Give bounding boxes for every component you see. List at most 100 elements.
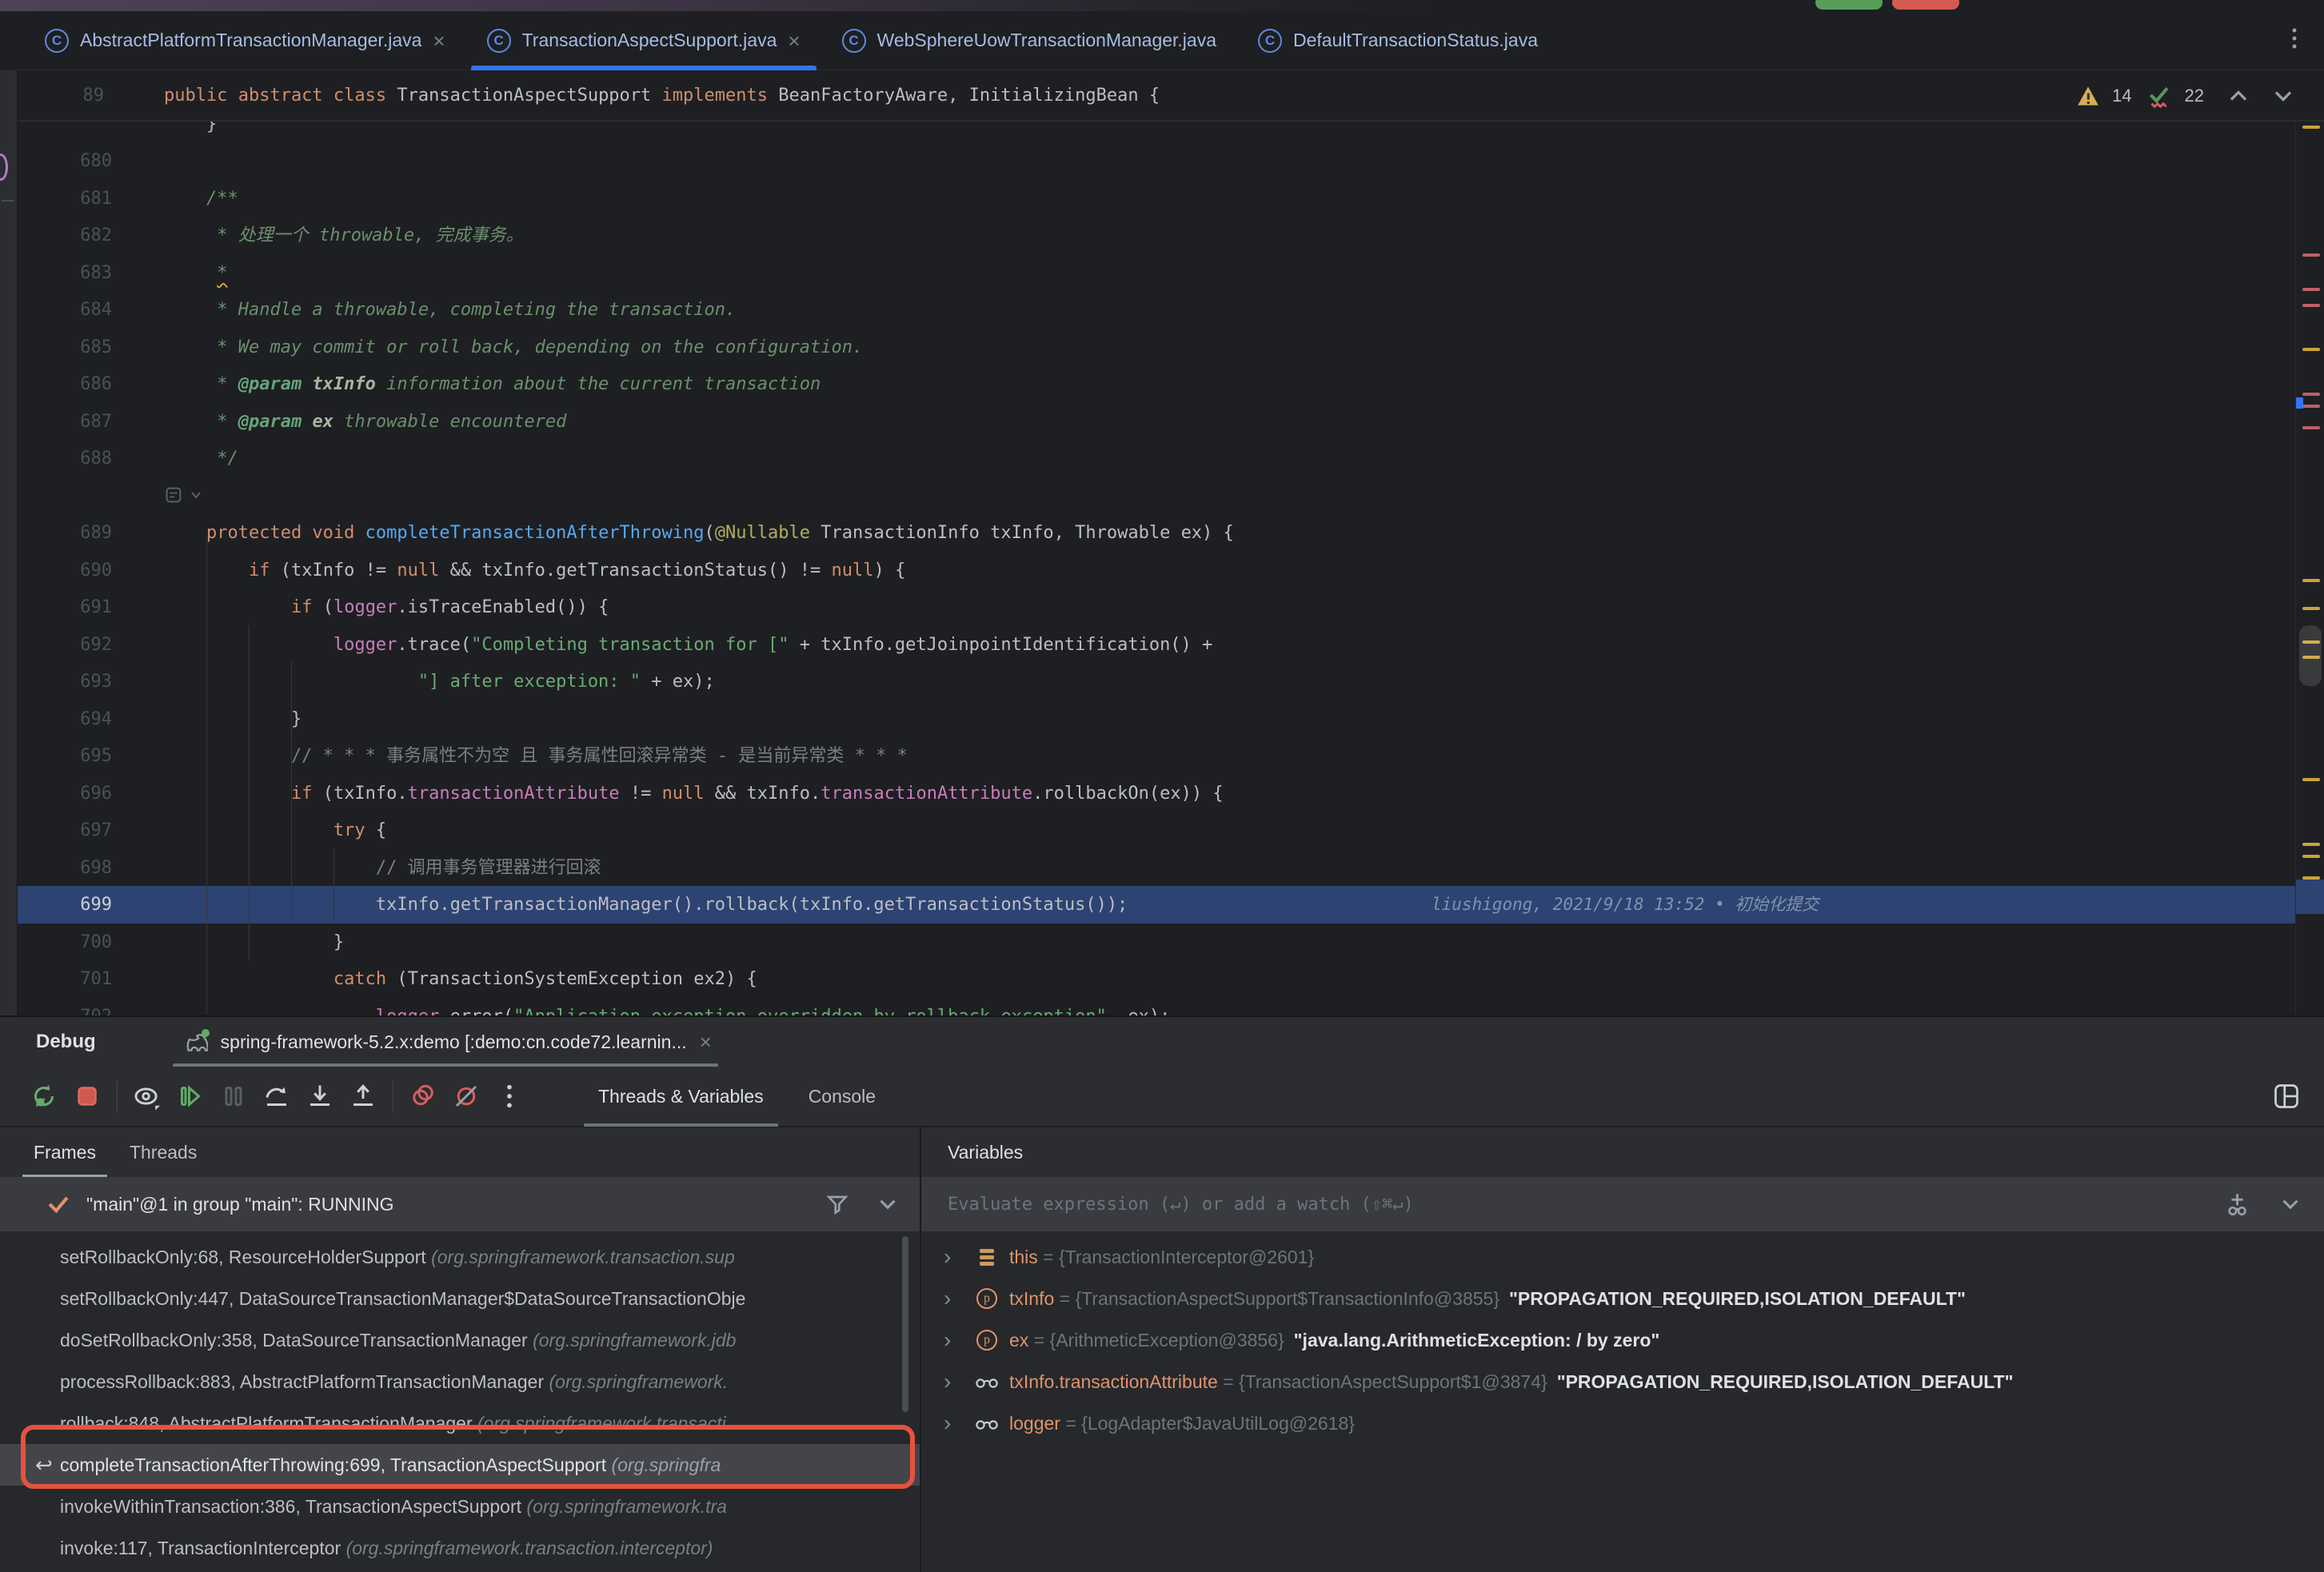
step-into-icon[interactable] — [298, 1075, 341, 1118]
line-number[interactable]: 685 — [18, 329, 112, 366]
code-line[interactable]: 689 protected void completeTransactionAf… — [18, 514, 2324, 552]
code-line[interactable]: 681 /** — [18, 180, 2324, 217]
frame-row[interactable]: setRollbackOnly:68, ResourceHolderSuppor… — [0, 1236, 920, 1278]
file-tab[interactable]: CTransactionAspectSupport.java× — [466, 11, 821, 70]
debug-view-tab[interactable]: Threads & Variables — [576, 1066, 786, 1127]
frame-row[interactable]: processRollback:883, AbstractPlatformTra… — [0, 1361, 920, 1402]
frames-panel-tab[interactable]: Frames — [34, 1127, 96, 1177]
code-line[interactable]: 686 * @param txInfo information about th… — [18, 365, 2324, 403]
error-stripe-mark[interactable] — [2302, 288, 2320, 291]
tab-options-kebab-icon[interactable] — [2284, 26, 2305, 54]
stop-button[interactable] — [1892, 0, 1959, 10]
error-stripe-mark[interactable] — [2302, 126, 2320, 129]
frame-row[interactable]: invokeWithinTransaction:386, Transaction… — [0, 1486, 920, 1527]
run-button[interactable] — [1815, 0, 1883, 10]
line-number[interactable]: 689 — [18, 514, 112, 552]
filter-funnel-icon[interactable] — [825, 1192, 849, 1216]
code-line[interactable]: 702 logger.error("Application exception … — [18, 998, 2324, 1018]
file-tab[interactable]: CWebSphereUowTransactionManager.java — [821, 11, 1237, 70]
rerun-debug-icon[interactable] — [22, 1075, 66, 1118]
line-number[interactable]: 702 — [18, 998, 112, 1018]
code-line[interactable]: 700 } — [18, 924, 2324, 961]
line-number[interactable]: 692 — [18, 626, 112, 664]
file-tab[interactable]: CDefaultTransactionStatus.java — [1237, 11, 1559, 70]
line-number[interactable]: 686 — [18, 365, 112, 403]
line-number[interactable]: 698 — [18, 849, 112, 887]
step-over-icon[interactable] — [255, 1075, 298, 1118]
variable-row[interactable]: ›ptxInfo = {TransactionAspectSupport$Tra… — [921, 1278, 2324, 1319]
inspections-widget[interactable]: 14 22 — [2077, 70, 2295, 122]
line-number[interactable]: 700 — [18, 924, 112, 961]
editor-scrollbar-thumb[interactable] — [2299, 625, 2322, 686]
code-line[interactable]: 682 * 处理一个 throwable, 完成事务。 — [18, 217, 2324, 254]
next-problem-icon[interactable] — [2271, 86, 2295, 106]
line-number[interactable]: 693 — [18, 663, 112, 700]
code-line[interactable]: 699 txInfo.getTransactionManager().rollb… — [18, 886, 2324, 924]
gutter-inlay-icon[interactable] — [164, 485, 202, 505]
code-line[interactable]: 697 try { — [18, 812, 2324, 849]
code-line[interactable]: 695 // * * * 事务属性不为空 且 事务属性回滚异常类 - 是当前异常… — [18, 737, 2324, 775]
add-watch-icon[interactable] — [2225, 1191, 2252, 1218]
eval-dropdown-chevron-icon[interactable] — [2279, 1195, 2302, 1214]
resume-program-icon[interactable] — [169, 1075, 212, 1118]
code-line[interactable]: 692 logger.trace("Completing transaction… — [18, 626, 2324, 664]
code-line[interactable]: 684 * Handle a throwable, completing the… — [18, 291, 2324, 329]
error-stripe-mark[interactable] — [2302, 393, 2320, 396]
code-editor[interactable]: }680681 /**682 * 处理一个 throwable, 完成事务。68… — [0, 122, 2324, 1017]
code-line[interactable]: 691 if (logger.isTraceEnabled()) { — [18, 589, 2324, 626]
frame-row[interactable]: invoke:117, TransactionInterceptor (org.… — [0, 1527, 920, 1569]
close-tab-icon[interactable]: × — [433, 30, 445, 51]
frame-row[interactable]: doSetRollbackOnly:358, DataSourceTransac… — [0, 1319, 920, 1361]
variable-row[interactable]: ›txInfo.transactionAttribute = {Transact… — [921, 1361, 2324, 1402]
line-number[interactable]: 687 — [18, 403, 112, 441]
expand-chevron-icon[interactable]: › — [944, 1244, 964, 1270]
layout-settings-icon[interactable] — [2265, 1075, 2308, 1118]
expand-chevron-icon[interactable]: › — [944, 1327, 964, 1353]
evaluate-expression-input[interactable]: Evaluate expression (↵) or add a watch (… — [921, 1177, 2324, 1231]
pause-icon[interactable] — [212, 1075, 255, 1118]
line-number[interactable]: 699 — [18, 886, 112, 924]
stop-icon[interactable] — [66, 1075, 109, 1118]
code-line[interactable]: 690 if (txInfo != null && txInfo.getTran… — [18, 552, 2324, 589]
line-number[interactable]: 701 — [18, 960, 112, 998]
frame-row[interactable]: setRollbackOnly:447, DataSourceTransacti… — [0, 1278, 920, 1319]
error-stripe-mark[interactable] — [2302, 855, 2320, 858]
expand-chevron-icon[interactable]: › — [944, 1410, 964, 1436]
line-number[interactable]: 681 — [18, 180, 112, 217]
line-number[interactable]: 688 — [18, 440, 112, 477]
close-tab-icon[interactable]: × — [788, 30, 800, 51]
thread-status-bar[interactable]: "main"@1 in group "main": RUNNING — [0, 1177, 920, 1231]
error-stripe-mark[interactable] — [2302, 607, 2320, 610]
close-session-icon[interactable]: × — [700, 1031, 712, 1052]
frames-panel-tab[interactable]: Threads — [130, 1127, 197, 1177]
line-number[interactable]: 690 — [18, 552, 112, 589]
expand-chevron-icon[interactable]: › — [944, 1369, 964, 1394]
more-actions-icon[interactable] — [488, 1075, 531, 1118]
code-line[interactable]: 687 * @param ex throwable encountered — [18, 403, 2324, 441]
error-stripe-mark[interactable] — [2302, 778, 2320, 781]
error-stripe-mark[interactable] — [2302, 253, 2320, 257]
error-stripe-mark[interactable] — [2302, 579, 2320, 582]
stripe-purple-icon[interactable] — [0, 154, 8, 181]
error-stripe-mark[interactable] — [2302, 426, 2320, 429]
code-line[interactable]: 680 — [18, 142, 2324, 180]
code-line[interactable]: 698 // 调用事务管理器进行回滚 — [18, 849, 2324, 887]
code-line[interactable]: } — [18, 122, 2324, 143]
code-line[interactable]: 696 if (txInfo.transactionAttribute != n… — [18, 775, 2324, 812]
code-line[interactable] — [18, 477, 2324, 515]
code-line[interactable]: 685 * We may commit or roll back, depend… — [18, 329, 2324, 366]
expand-chevron-icon[interactable]: › — [944, 1286, 964, 1311]
line-number[interactable]: 680 — [18, 142, 112, 180]
code-line[interactable]: 683 * — [18, 254, 2324, 292]
code-line[interactable]: 688 */ — [18, 440, 2324, 477]
code-line[interactable]: 694 } — [18, 700, 2324, 738]
variable-row[interactable]: ›logger = {LogAdapter$JavaUtilLog@2618} — [921, 1402, 2324, 1444]
line-number[interactable]: 684 — [18, 291, 112, 329]
code-line[interactable]: 693 "] after exception: " + ex); — [18, 663, 2324, 700]
variable-row[interactable]: ›this = {TransactionInterceptor@2601} — [921, 1236, 2324, 1278]
breakpoints-icon[interactable] — [401, 1075, 445, 1118]
step-out-icon[interactable] — [341, 1075, 385, 1118]
variable-row[interactable]: ›pex = {ArithmeticException@3856}"java.l… — [921, 1319, 2324, 1361]
line-number[interactable]: 682 — [18, 217, 112, 254]
line-number[interactable]: 683 — [18, 254, 112, 292]
